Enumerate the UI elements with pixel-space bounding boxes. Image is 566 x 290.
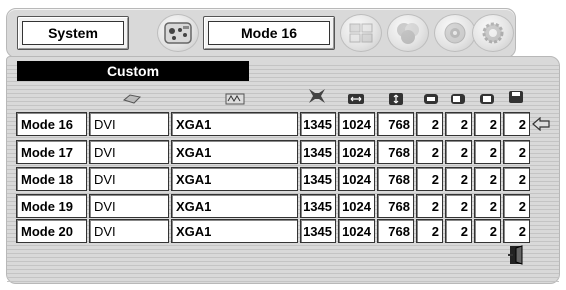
panel-stripe [7, 89, 559, 90]
custom-title: Custom [17, 61, 249, 81]
total-dots-cell[interactable]: 1345 [300, 194, 336, 218]
horizontal-cell[interactable]: 1024 [338, 219, 375, 243]
sync-3-cell[interactable]: 2 [474, 112, 501, 136]
panel-stripe [7, 245, 559, 246]
system-menu-button[interactable]: System [17, 16, 129, 50]
total-dots-cell[interactable]: 1345 [300, 219, 336, 243]
menu-toolbar: System Mode 16 [6, 8, 516, 58]
horizontal-icon [345, 90, 367, 108]
memory-cell[interactable]: 2 [503, 140, 530, 164]
signal-cell[interactable]: XGA1 [171, 140, 298, 164]
sync-2-icon [449, 90, 467, 108]
vertical-cell[interactable]: 768 [377, 167, 414, 191]
sync-2-cell[interactable]: 2 [445, 194, 472, 218]
panel-stripe [7, 249, 559, 250]
system-label: System [22, 21, 124, 45]
mode-selector[interactable]: Mode 16 [203, 16, 335, 50]
sync-2-cell[interactable]: 2 [445, 167, 472, 191]
sync-1-cell[interactable]: 2 [416, 194, 443, 218]
panel-stripe [7, 109, 559, 110]
setting-icon[interactable] [472, 14, 514, 52]
horizontal-cell[interactable]: 1024 [338, 167, 375, 191]
vertical-cell[interactable]: 768 [377, 194, 414, 218]
panel-stripe [7, 85, 559, 86]
horizontal-cell[interactable]: 1024 [338, 194, 375, 218]
total-dots-cell[interactable]: 1345 [300, 140, 336, 164]
input-icon [120, 90, 144, 108]
panel-stripe [7, 281, 559, 282]
memory-icon [507, 88, 525, 106]
horizontal-cell[interactable]: 1024 [338, 140, 375, 164]
panel-stripe [7, 265, 559, 266]
panel-stripe [7, 105, 559, 106]
memory-cell[interactable]: 2 [503, 194, 530, 218]
horizontal-cell[interactable]: 1024 [338, 112, 375, 136]
sync-3-cell[interactable]: 2 [474, 140, 501, 164]
vertical-cell[interactable]: 768 [377, 112, 414, 136]
panel-stripe [7, 261, 559, 262]
panel-stripe [7, 137, 559, 138]
memory-cell[interactable]: 2 [503, 112, 530, 136]
mode-cell[interactable]: Mode 18 [16, 167, 87, 191]
memory-cell[interactable]: 2 [503, 219, 530, 243]
vertical-cell[interactable]: 768 [377, 140, 414, 164]
sync-2-cell[interactable]: 2 [445, 140, 472, 164]
panel-stripe [7, 253, 559, 254]
panel-stripe [7, 81, 559, 82]
exit-icon[interactable] [508, 244, 526, 271]
panel-stripe [7, 97, 559, 98]
panel-stripe [7, 165, 559, 166]
mode-cell[interactable]: Mode 16 [16, 112, 87, 136]
vertical-icon [386, 90, 406, 108]
total-dots-icon [306, 87, 328, 105]
input-cell[interactable]: DVI [89, 194, 169, 218]
signal-icon [224, 90, 246, 108]
signal-cell[interactable]: XGA1 [171, 194, 298, 218]
sync-1-cell[interactable]: 2 [416, 112, 443, 136]
sound-icon[interactable] [434, 14, 476, 52]
total-dots-cell[interactable]: 1345 [300, 167, 336, 191]
panel-stripe [7, 277, 559, 278]
sync-3-icon [478, 90, 496, 108]
signal-cell[interactable]: XGA1 [171, 219, 298, 243]
mode-cell[interactable]: Mode 20 [16, 219, 87, 243]
signal-cell[interactable]: XGA1 [171, 112, 298, 136]
panel-stripe [7, 93, 559, 94]
sync-3-cell[interactable]: 2 [474, 219, 501, 243]
mode-cell[interactable]: Mode 19 [16, 194, 87, 218]
mode-label: Mode 16 [208, 21, 330, 45]
panel-stripe [7, 269, 559, 270]
selection-arrow-icon [532, 116, 550, 132]
input-cell[interactable]: DVI [89, 140, 169, 164]
sync-1-icon [422, 90, 440, 108]
memory-cell[interactable]: 2 [503, 167, 530, 191]
input-cell[interactable]: DVI [89, 112, 169, 136]
vertical-cell[interactable]: 768 [377, 219, 414, 243]
sync-2-cell[interactable]: 2 [445, 112, 472, 136]
signal-cell[interactable]: XGA1 [171, 167, 298, 191]
panel-stripe [7, 101, 559, 102]
sync-2-cell[interactable]: 2 [445, 219, 472, 243]
mode-cell[interactable]: Mode 17 [16, 140, 87, 164]
input-cell[interactable]: DVI [89, 167, 169, 191]
sync-1-cell[interactable]: 2 [416, 219, 443, 243]
panel-stripe [7, 257, 559, 258]
total-dots-cell[interactable]: 1345 [300, 112, 336, 136]
sync-1-cell[interactable]: 2 [416, 140, 443, 164]
color-adjust-icon[interactable] [387, 14, 429, 52]
sync-3-cell[interactable]: 2 [474, 167, 501, 191]
input-cell[interactable]: DVI [89, 219, 169, 243]
pc-adjust-icon[interactable] [340, 14, 382, 52]
panel-stripe [7, 273, 559, 274]
sync-3-cell[interactable]: 2 [474, 194, 501, 218]
computer-input-icon[interactable] [157, 14, 199, 52]
sync-1-cell[interactable]: 2 [416, 167, 443, 191]
